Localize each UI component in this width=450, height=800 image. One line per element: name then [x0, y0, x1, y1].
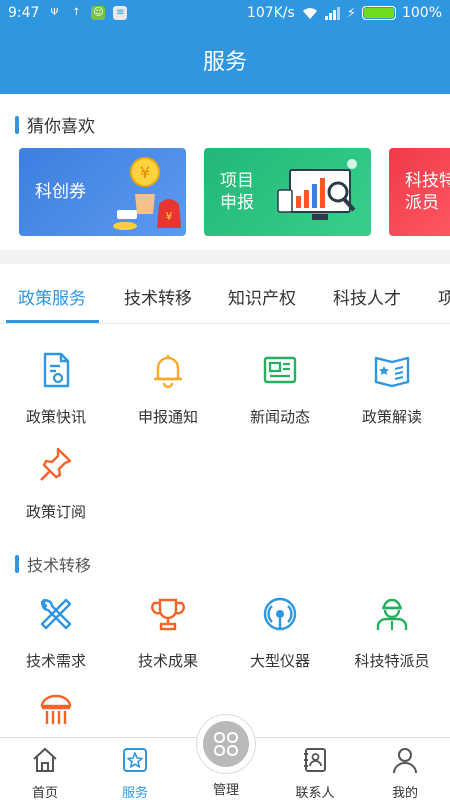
network-speed: 107K/s: [246, 5, 295, 21]
card-label-line2: 派员: [405, 193, 439, 213]
home-icon: [33, 747, 57, 772]
contacts-icon: [304, 748, 326, 772]
tab-more[interactable]: 项: [438, 284, 450, 309]
service-tabs: 政策服务 技术转移 知识产权 科技人才 项: [0, 264, 450, 324]
policy-news-label: 政策快讯: [25, 408, 86, 426]
tech-demand[interactable]: 技术需求: [0, 594, 112, 671]
tab-policy[interactable]: 政策服务: [18, 284, 86, 309]
card-label: 科创券: [35, 181, 86, 203]
nav-home-label: 首页: [31, 786, 58, 800]
card-label-line1: 科创券: [35, 182, 86, 202]
document-icon: [43, 352, 70, 388]
card-label-line2: 申报: [220, 193, 254, 213]
policy-subscription[interactable]: 政策订阅: [0, 445, 112, 522]
tech-demand-label: 技术需求: [25, 652, 86, 670]
guess-title: 猜你喜欢: [15, 112, 95, 137]
android-icon: ☺: [91, 6, 106, 20]
news-updates-label: 新闻动态: [249, 408, 310, 426]
section-marker: [15, 115, 19, 134]
tech-transfer-title-text: 技术转移: [27, 556, 92, 575]
battery-level: [363, 8, 394, 18]
section-divider: [0, 250, 450, 264]
policy-interpretation[interactable]: 政策解读: [336, 350, 448, 427]
declaration-notice-label: 申报通知: [137, 408, 198, 426]
policy-interpretation-label: 政策解读: [361, 408, 422, 426]
worker-icon: [376, 598, 408, 630]
pushpin-icon: [40, 447, 72, 481]
card-kechuang[interactable]: 科创券 ¥ ¥: [19, 148, 186, 236]
grid-icon: [214, 732, 238, 756]
tech-commissioner[interactable]: 科技特派员: [336, 594, 448, 671]
battery-percent: 100%: [401, 5, 442, 21]
news-updates[interactable]: 新闻动态: [224, 350, 336, 427]
nav-mine-label: 我的: [391, 786, 418, 800]
monitor-chart-icon: [277, 159, 357, 220]
tech-commissioner-label: 科技特派员: [354, 652, 430, 670]
book-star-icon: [374, 356, 410, 388]
card-label: 科技特 派员: [405, 170, 450, 214]
large-instruments[interactable]: 大型仪器: [224, 594, 336, 671]
nav-mine[interactable]: 我的: [360, 746, 450, 800]
star-icon: [123, 748, 147, 772]
instrument-icon: [263, 597, 297, 631]
policy-news[interactable]: 政策快讯: [0, 350, 112, 427]
page-title: 服务: [0, 26, 450, 94]
tab-tech-transfer[interactable]: 技术转移: [124, 284, 192, 309]
bell-icon: [154, 355, 182, 389]
money-bag-icon: ¥ ¥: [113, 157, 181, 230]
tab-ip[interactable]: 知识产权: [228, 284, 296, 309]
nav-service-label: 服务: [121, 786, 148, 800]
usb-icon: Ψ: [50, 7, 59, 18]
large-instruments-label: 大型仪器: [249, 652, 310, 670]
guess-title-text: 猜你喜欢: [27, 117, 95, 137]
nav-contacts[interactable]: 联系人: [270, 746, 360, 800]
tab-talent[interactable]: 科技人才: [333, 284, 401, 309]
nav-contacts-label: 联系人: [295, 786, 335, 800]
manage-button[interactable]: [196, 714, 256, 774]
wifi-icon: [302, 8, 317, 19]
status-bar: 9:47 Ψ ↑ ☺ ≡ 107K/s ⚡ 100%: [0, 0, 450, 26]
policy-subscription-label: 政策订阅: [25, 503, 86, 521]
declaration-notice[interactable]: 申报通知: [112, 350, 224, 427]
nav-service[interactable]: 服务: [90, 746, 180, 800]
guess-section: 猜你喜欢 科创券 ¥ ¥ 项目 申报 科技特 派员: [0, 94, 450, 250]
section-marker: [15, 555, 19, 573]
card-label-line1: 科技特: [405, 171, 450, 191]
user-icon: [393, 748, 417, 774]
trophy-icon: [151, 598, 185, 631]
building-icon: [40, 694, 72, 724]
nav-manage-label: 管理: [212, 783, 239, 798]
institution-item[interactable]: [0, 690, 112, 734]
newspaper-icon: [263, 356, 297, 384]
upload-icon: ↑: [72, 7, 81, 18]
tech-achievements-label: 技术成果: [137, 652, 198, 670]
manage-button-inner: [203, 721, 249, 767]
svg-text:¥: ¥: [140, 163, 150, 182]
tools-icon: [40, 598, 72, 630]
card-label: 项目 申报: [220, 170, 254, 214]
card-tech-commissioner[interactable]: 科技特 派员: [389, 148, 450, 236]
signal-icon: [324, 7, 340, 20]
tech-achievements[interactable]: 技术成果: [112, 594, 224, 671]
svg-text:¥: ¥: [166, 210, 173, 223]
nav-home[interactable]: 首页: [0, 746, 90, 800]
tech-transfer-section: 技术转移: [15, 552, 91, 576]
battery-icon: [361, 6, 396, 20]
card-label-line1: 项目: [220, 171, 254, 191]
charging-icon: ⚡: [346, 5, 356, 21]
card-project[interactable]: 项目 申报: [204, 148, 371, 236]
status-time: 9:47: [8, 5, 40, 21]
tech-transfer-title: 技术转移: [15, 552, 91, 576]
notification-icon: ≡: [113, 6, 128, 20]
tab-active-indicator: [6, 320, 99, 323]
